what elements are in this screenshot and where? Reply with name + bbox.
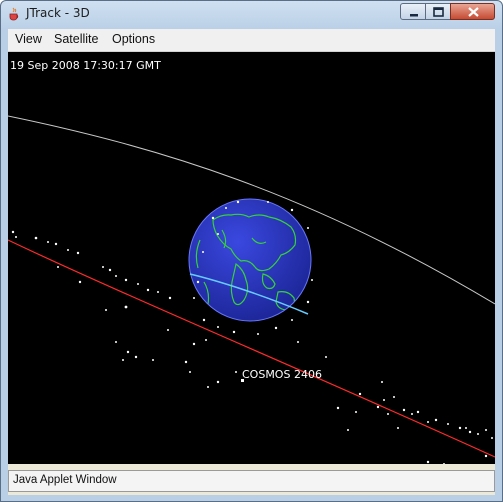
minimize-icon [410,14,418,17]
status-bar: Java Applet Window [8,470,495,492]
earth-globe [188,198,312,322]
minimize-button[interactable] [400,3,426,20]
close-button[interactable] [450,3,495,20]
status-text: Java Applet Window [13,474,117,486]
menu-options[interactable]: Options [112,32,155,46]
menu-satellite[interactable]: Satellite [54,32,98,46]
satellite-label[interactable]: COSMOS 2406 [242,368,322,381]
menu-view[interactable]: View [15,32,42,46]
title-bar[interactable]: JTrack - 3D [1,1,502,27]
jtrack-window: JTrack - 3D View Satellite Options 19 Se… [0,0,503,502]
window-title: JTrack - 3D [26,6,90,20]
maximize-icon [433,7,444,17]
menu-bar: View Satellite Options [8,29,495,52]
utc-timestamp: 19 Sep 2008 17:30:17 GMT [10,59,161,72]
orbit-3d-view[interactable]: 19 Sep 2008 17:30:17 GMT COSMOS 2406 [8,52,495,464]
close-icon [468,7,479,17]
java-cup-icon [7,6,21,21]
maximize-button[interactable] [425,3,451,20]
applet-client-area: View Satellite Options 19 Sep 2008 17:30… [8,29,495,495]
